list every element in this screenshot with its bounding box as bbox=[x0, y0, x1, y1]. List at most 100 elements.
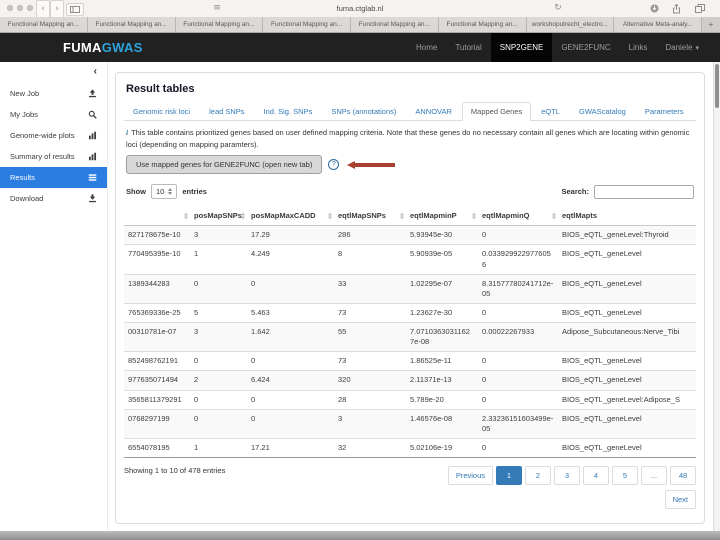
sidebar-item-genome-wide-plots[interactable]: Genome-wide plots bbox=[0, 125, 107, 146]
pagination-page-3[interactable]: 3 bbox=[554, 466, 580, 485]
chart-icon bbox=[88, 131, 97, 140]
tab-gwascatalog[interactable]: GWAScatalog bbox=[570, 102, 635, 121]
sidebar-item-label: My Jobs bbox=[10, 110, 38, 119]
sidebar-item-results[interactable]: Results bbox=[0, 167, 107, 188]
page-size-select[interactable]: 10 bbox=[151, 184, 178, 200]
minimize-window-icon[interactable] bbox=[17, 5, 23, 11]
tab-ind-sig-snps[interactable]: Ind. Sig. SNPs bbox=[255, 102, 322, 121]
browser-tab-6[interactable]: Functional Mapping an... bbox=[438, 17, 527, 32]
new-tab-button[interactable]: + bbox=[702, 17, 720, 32]
pagination-page-1[interactable]: 1 bbox=[496, 466, 522, 485]
table-cell: 5.02106e-19 bbox=[406, 437, 478, 457]
column-header-eqtlmapts[interactable]: eqtlMapts bbox=[558, 207, 696, 227]
navbar-item-snp2gene[interactable]: SNP2GENE bbox=[490, 33, 553, 62]
sort-asc-icon bbox=[472, 212, 476, 216]
column-header-label: posMapSNPs bbox=[194, 211, 242, 221]
use-mapped-genes-button[interactable]: Use mapped genes for GENE2FUNC (open new… bbox=[126, 155, 323, 175]
scrollbar-thumb[interactable] bbox=[715, 64, 719, 108]
pagination-page-2[interactable]: 2 bbox=[525, 466, 551, 485]
table-cell: 0 bbox=[190, 351, 247, 371]
pagination-previous[interactable]: Previous bbox=[447, 466, 493, 485]
table-cell: 0.00022267933 bbox=[478, 321, 558, 352]
table-cell: 286 bbox=[334, 225, 406, 245]
sidebar-toggle-icon[interactable] bbox=[66, 3, 84, 16]
table-cell: 0 bbox=[190, 273, 247, 304]
address-bar[interactable]: fuma.ctglab.nl bbox=[337, 0, 384, 17]
arrow-shaft bbox=[355, 163, 396, 167]
tab-parameters[interactable]: Parameters bbox=[636, 102, 693, 121]
sidebar-item-new-job[interactable]: New Job bbox=[0, 83, 107, 104]
window-controls[interactable] bbox=[7, 5, 33, 11]
pagination-page-4[interactable]: 4 bbox=[583, 466, 609, 485]
browser-tab-5[interactable]: Functional Mapping an... bbox=[351, 17, 439, 32]
sidebar: ‹ New Job My Jobs Genome-wide plots Summary… bbox=[0, 62, 108, 531]
tab-mapped-genes[interactable]: Mapped Genes bbox=[461, 102, 532, 121]
tabs-icon[interactable] bbox=[695, 4, 705, 13]
browser-tab-7[interactable]: workshoputrecht_electro... bbox=[526, 17, 615, 32]
table-row: 6554078195 1 17.21 32 5.02106e-19 0 BIOS_eQTL_… bbox=[124, 437, 696, 457]
table-cell: 770495395e-10 bbox=[124, 244, 190, 275]
sort-icon[interactable] bbox=[184, 212, 188, 220]
navbar-item-gene2func[interactable]: GENE2FUNC bbox=[552, 33, 619, 62]
pagination-page-5[interactable]: 5 bbox=[612, 466, 638, 485]
sidebar-item-summary-of-results[interactable]: Summary of results bbox=[0, 146, 107, 167]
navbar-item-links[interactable]: Links bbox=[620, 33, 657, 62]
sort-icon[interactable] bbox=[328, 212, 332, 220]
browser-tab-3[interactable]: Functional Mapping an... bbox=[175, 17, 264, 32]
sort-icon[interactable] bbox=[552, 212, 556, 220]
column-header-eqtlmapminq[interactable]: eqtlMapminQ bbox=[478, 207, 558, 227]
sort-asc-icon bbox=[400, 212, 404, 216]
sort-icon[interactable] bbox=[400, 212, 404, 220]
tab-genomic-risk-loci[interactable]: Genomic risk loci bbox=[124, 102, 199, 121]
sidebar-item-download[interactable]: Download bbox=[0, 188, 107, 209]
navbar-item-home[interactable]: Home bbox=[407, 33, 446, 62]
brand-gwas: GWAS bbox=[101, 40, 143, 55]
navbar-item-tutorial[interactable]: Tutorial bbox=[446, 33, 490, 62]
sidebar-collapse-button[interactable]: ‹ bbox=[0, 64, 107, 83]
share-icon[interactable] bbox=[672, 3, 681, 14]
navbar-item-daniele[interactable]: Daniele ▾ bbox=[656, 33, 708, 62]
search-input[interactable] bbox=[594, 184, 694, 199]
table-row: 1389344283 0 0 33 1.02295e-07 8.3157778024171… bbox=[124, 273, 696, 304]
browser-tab-8[interactable]: Alternative Meta-analy... bbox=[614, 17, 702, 32]
downloads-icon[interactable] bbox=[650, 4, 659, 13]
zoom-window-icon[interactable] bbox=[27, 5, 33, 11]
tab-snps-annotations[interactable]: SNPs (annotations) bbox=[322, 102, 405, 121]
tab-lead-snps[interactable]: lead SNPs bbox=[200, 102, 253, 121]
close-window-icon[interactable] bbox=[7, 5, 13, 11]
pagination-pages: Previous 1 2 3 4 5... 48 bbox=[447, 466, 696, 485]
table-cell: 2.33236151603499e-05 bbox=[478, 408, 558, 439]
fuma-logo[interactable]: FUMAGWAS bbox=[63, 33, 143, 62]
help-icon[interactable]: ? bbox=[328, 159, 340, 171]
pagination-page-48[interactable]: 48 bbox=[670, 466, 696, 485]
column-header-eqtlmapminp[interactable]: eqtlMapminP bbox=[406, 207, 478, 227]
table-cell: 320 bbox=[334, 370, 406, 390]
sidebar-item-my-jobs[interactable]: My Jobs bbox=[0, 104, 107, 125]
showing-entries-text: Showing 1 to 10 of 478 entries bbox=[124, 466, 226, 475]
reload-icon[interactable]: ↻ bbox=[552, 0, 564, 17]
column-header-posmapmaxcadd[interactable]: posMapMaxCADD bbox=[247, 207, 334, 227]
table-cell: 3 bbox=[190, 321, 247, 352]
column-header-label: eqtlMapts bbox=[562, 211, 598, 221]
browser-tab-2[interactable]: Functional Mapping an... bbox=[87, 17, 176, 32]
page-size-value: 10 bbox=[156, 187, 165, 197]
pagination-next[interactable]: Next bbox=[664, 490, 696, 509]
sort-icon[interactable] bbox=[472, 212, 476, 220]
browser-tab-4[interactable]: Functional Mapping an... bbox=[263, 17, 351, 32]
app-navbar: FUMAGWAS Home Tutorial SNP2GENE GENE2FUNC Li… bbox=[0, 33, 720, 62]
pagination-page-[interactable]: ... bbox=[641, 466, 667, 485]
tab-eqtl[interactable]: eQTL bbox=[532, 102, 569, 121]
browser-tab-1[interactable]: Functional Mapping an... bbox=[0, 17, 88, 32]
tab-annovar[interactable]: ANNOVAR bbox=[406, 102, 461, 121]
table-cell: 1.86525e-11 bbox=[406, 351, 478, 371]
column-header-1[interactable] bbox=[124, 207, 190, 227]
tab-overview-icon[interactable]: ≡ bbox=[210, 0, 224, 17]
table-cell: 4.249 bbox=[247, 244, 334, 275]
annotation-arrow bbox=[347, 160, 396, 169]
column-header-posmapsnps[interactable]: posMapSNPs bbox=[190, 207, 247, 227]
table-cell: 1 bbox=[190, 244, 247, 275]
sort-icon[interactable] bbox=[241, 212, 245, 220]
window-scrollbar[interactable] bbox=[713, 62, 720, 531]
caret-down-icon: ▾ bbox=[695, 45, 699, 52]
column-header-eqtlmapsnps[interactable]: eqtlMapSNPs bbox=[334, 207, 406, 227]
